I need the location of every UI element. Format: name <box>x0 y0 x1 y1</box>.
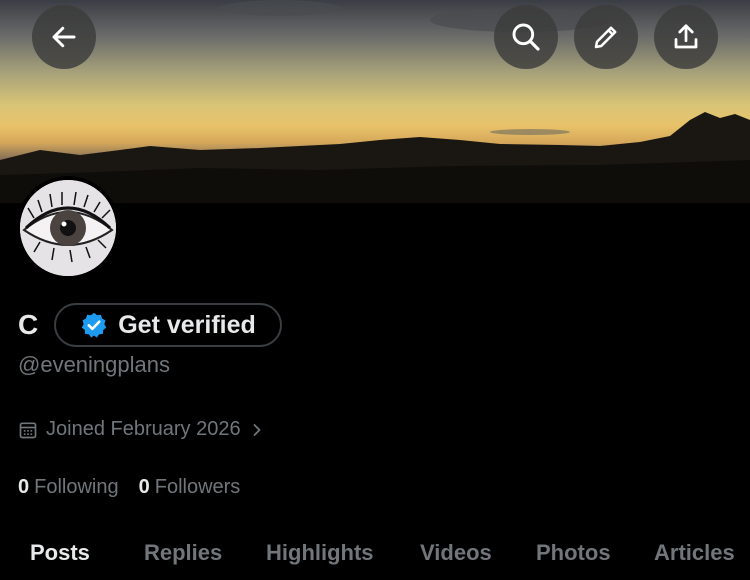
search-button[interactable] <box>494 5 558 69</box>
share-icon <box>674 24 698 49</box>
following-stat[interactable]: 0 Following <box>18 476 119 499</box>
display-name: C <box>18 309 39 340</box>
joined-date[interactable]: Joined February 2026 <box>18 418 265 441</box>
edit-button[interactable] <box>574 5 638 69</box>
followers-label: Followers <box>154 476 241 498</box>
chevron-right-icon <box>253 423 260 436</box>
follow-stats: 0 Following 0 Followers <box>18 476 260 499</box>
tab-articles[interactable]: Articles <box>654 540 735 566</box>
arrow-left-icon <box>52 26 76 48</box>
followers-count: 0 <box>138 476 150 498</box>
tab-posts[interactable]: Posts <box>30 540 90 566</box>
avatar-eye-image <box>20 180 116 276</box>
profile-tabs: Posts Replies Highlights Videos Photos A… <box>0 540 750 580</box>
tab-highlights[interactable]: Highlights <box>266 540 374 566</box>
tab-photos[interactable]: Photos <box>536 540 611 566</box>
search-icon <box>512 23 540 51</box>
get-verified-label: Get verified <box>118 310 256 339</box>
avatar[interactable] <box>16 176 120 280</box>
following-label: Following <box>34 476 119 498</box>
name-row: C Get verified <box>18 300 282 350</box>
back-button[interactable] <box>32 5 96 69</box>
followers-stat[interactable]: 0 Followers <box>139 476 241 499</box>
user-handle: @eveningplans <box>18 352 170 377</box>
following-count: 0 <box>18 476 30 498</box>
pencil-icon <box>594 26 617 49</box>
tab-replies[interactable]: Replies <box>144 540 222 566</box>
tab-videos[interactable]: Videos <box>420 540 492 566</box>
share-button[interactable] <box>654 5 718 69</box>
verified-badge-icon <box>81 312 107 338</box>
calendar-icon <box>19 422 37 438</box>
joined-text: Joined February 2026 <box>46 418 241 440</box>
get-verified-button[interactable]: Get verified <box>54 303 282 347</box>
